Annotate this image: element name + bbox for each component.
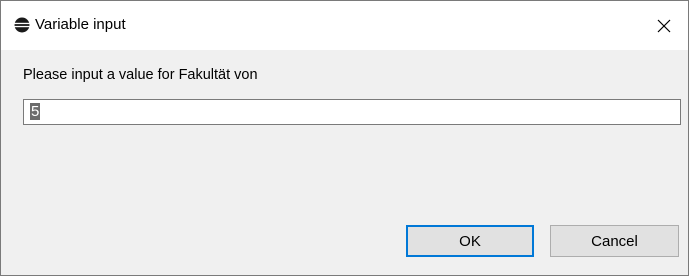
- close-button[interactable]: [641, 11, 687, 41]
- cancel-button-label: Cancel: [591, 232, 638, 250]
- value-input-field[interactable]: 5: [23, 99, 681, 125]
- cancel-button[interactable]: Cancel: [550, 225, 679, 257]
- ok-button-label: OK: [459, 232, 481, 250]
- close-icon: [657, 19, 671, 33]
- window-title: Variable input: [35, 16, 126, 33]
- ok-button[interactable]: OK: [406, 225, 534, 257]
- prompt-label: Please input a value for Fakultät von: [23, 67, 258, 83]
- title-bar: Variable input: [1, 1, 688, 50]
- eclipse-icon: [14, 17, 30, 33]
- input-value-selected-text: 5: [30, 103, 41, 120]
- variable-input-dialog: Variable input Please input a value for …: [0, 0, 689, 276]
